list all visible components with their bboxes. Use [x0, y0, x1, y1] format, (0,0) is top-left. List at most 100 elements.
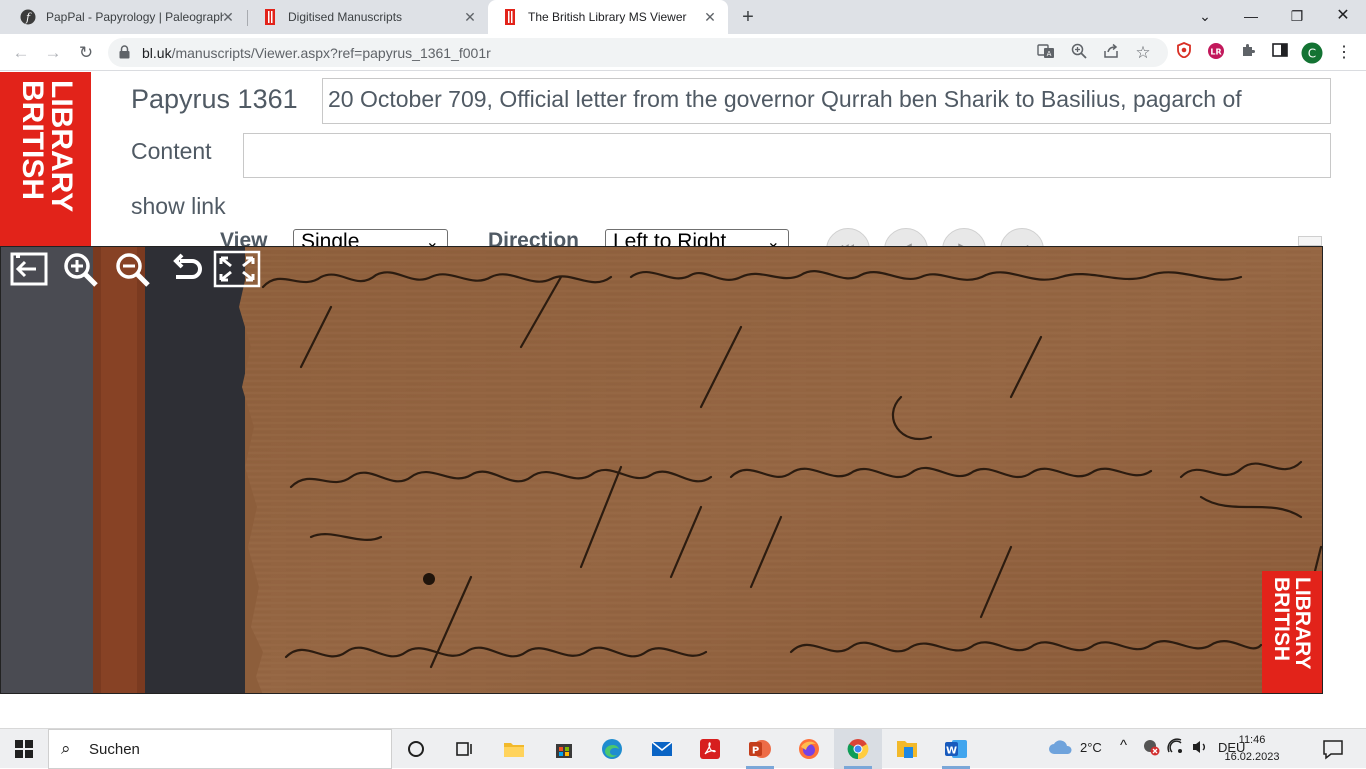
- svg-text:A: A: [1047, 50, 1052, 58]
- tab-ms-viewer[interactable]: The British Library MS Viewer ✕: [488, 0, 728, 34]
- extension-language-reactor-icon[interactable]: LR: [1205, 42, 1227, 64]
- svg-text:P: P: [752, 746, 759, 757]
- url-text[interactable]: bl.uk/manuscripts/Viewer.aspx?ref=papyru…: [142, 45, 491, 61]
- weather-temperature[interactable]: 2°C: [1080, 740, 1102, 755]
- content-field[interactable]: [243, 133, 1331, 178]
- url-host: bl.uk: [142, 45, 172, 61]
- viewer-toolbar: [3, 249, 263, 289]
- acrobat-icon[interactable]: [686, 729, 734, 769]
- papyrus-image[interactable]: [1, 247, 1323, 694]
- tab-title: PapPal - Papyrology | Paleograph: [46, 10, 224, 24]
- start-button[interactable]: [0, 729, 48, 769]
- previous-page-button[interactable]: ◀: [884, 228, 928, 247]
- forward-button[interactable]: →: [40, 40, 66, 66]
- file-explorer-pin-icon[interactable]: [883, 729, 931, 769]
- viewer-controls: View Single ⌄ Direction Left to Right ⌄ …: [0, 227, 1366, 247]
- network-icon[interactable]: [1167, 738, 1185, 759]
- address-bar[interactable]: bl.uk/manuscripts/Viewer.aspx?ref=papyru…: [108, 38, 1168, 67]
- mail-icon[interactable]: [638, 729, 686, 769]
- translate-icon[interactable]: A: [1036, 43, 1056, 63]
- back-button[interactable]: ←: [8, 40, 34, 66]
- logo-text: LIBRARY BRITISH: [16, 80, 78, 240]
- close-tab-icon[interactable]: ✕: [462, 9, 478, 25]
- exit-icon[interactable]: [3, 249, 55, 289]
- content-label: Content: [131, 138, 212, 164]
- tab-title: Digitised Manuscripts: [288, 10, 403, 24]
- direction-select[interactable]: Left to Right ⌄: [605, 229, 789, 247]
- logo-line-british: BRITISH: [16, 80, 49, 200]
- system-clock[interactable]: 11:46 16.02.2023: [1222, 732, 1282, 766]
- tab-search-chevron-icon[interactable]: ⌄: [1192, 4, 1218, 28]
- minimize-button[interactable]: —: [1238, 4, 1264, 28]
- extension-shield-icon[interactable]: [1173, 42, 1195, 64]
- panel-toggle-button[interactable]: [1298, 236, 1322, 246]
- badge-line-british: BRITISH: [1270, 577, 1293, 661]
- badge-text: LIBRARY BRITISH: [1270, 577, 1314, 689]
- url-path: /manuscripts/Viewer.aspx?ref=papyrus_136…: [171, 45, 491, 61]
- chrome-menu-icon[interactable]: ⋮: [1333, 42, 1355, 64]
- chevron-down-icon: ⌄: [766, 234, 780, 247]
- tab-digitised-manuscripts[interactable]: Digitised Manuscripts ✕: [248, 0, 488, 34]
- profile-avatar[interactable]: C: [1301, 42, 1323, 64]
- clock-date: 16.02.2023: [1224, 751, 1280, 763]
- page-content: LIBRARY BRITISH Papyrus 1361 20 October …: [0, 72, 1366, 728]
- zoom-out-icon[interactable]: [107, 249, 159, 289]
- antivirus-icon[interactable]: [1142, 738, 1160, 759]
- view-select[interactable]: Single ⌄: [293, 229, 448, 247]
- logo-line-library: LIBRARY: [45, 80, 78, 213]
- cortana-icon[interactable]: [392, 729, 440, 769]
- show-link[interactable]: show link: [131, 193, 226, 220]
- close-tab-icon[interactable]: ✕: [220, 9, 236, 25]
- manuscript-image-viewer[interactable]: LIBRARY BRITISH: [0, 246, 1323, 694]
- show-hidden-icons-icon[interactable]: ^: [1120, 737, 1127, 754]
- clock-time: 11:46: [1238, 734, 1266, 746]
- share-icon[interactable]: [1101, 43, 1121, 63]
- tab-pappal[interactable]: f PapPal - Papyrology | Paleograph ✕: [6, 0, 246, 34]
- bookmark-star-icon[interactable]: ☆: [1133, 43, 1153, 63]
- first-page-button[interactable]: ⏮: [826, 228, 870, 247]
- powerpoint-icon[interactable]: P: [736, 729, 784, 769]
- edge-icon[interactable]: [588, 729, 636, 769]
- rotate-icon[interactable]: [159, 249, 211, 289]
- windows-taskbar: ⌕ Suchen P W 2°C ^ DEU 11:46 16.02.2023: [0, 728, 1366, 769]
- new-tab-button[interactable]: +: [737, 6, 759, 28]
- lock-icon[interactable]: [119, 45, 130, 59]
- close-window-button[interactable]: ✕: [1330, 4, 1356, 28]
- last-page-button[interactable]: ⏭: [1000, 228, 1044, 247]
- word-icon[interactable]: W: [932, 729, 980, 769]
- manuscript-description-field[interactable]: 20 October 709, Official letter from the…: [322, 78, 1331, 124]
- task-view-icon[interactable]: [440, 729, 488, 769]
- british-library-icon: [262, 9, 278, 25]
- direction-label: Direction: [488, 229, 580, 247]
- taskbar-search[interactable]: ⌕ Suchen: [48, 729, 392, 769]
- browser-toolbar: ← → ↻ bl.uk/manuscripts/Viewer.aspx?ref=…: [0, 34, 1366, 71]
- fullscreen-icon[interactable]: [211, 249, 263, 289]
- british-library-logo[interactable]: LIBRARY BRITISH: [0, 72, 91, 247]
- notification-icon[interactable]: [1322, 738, 1344, 760]
- close-tab-icon[interactable]: ✕: [702, 9, 718, 25]
- file-explorer-icon[interactable]: [490, 729, 538, 769]
- direction-select-value: Left to Right: [613, 230, 727, 247]
- zoom-in-icon[interactable]: [55, 249, 107, 289]
- manuscript-title: Papyrus 1361: [131, 84, 298, 114]
- zoom-icon[interactable]: [1069, 43, 1089, 63]
- restore-button[interactable]: ❐: [1284, 4, 1310, 28]
- windows-logo-icon: [15, 740, 33, 758]
- next-page-button[interactable]: ▶: [942, 228, 986, 247]
- firefox-icon[interactable]: [785, 729, 833, 769]
- browser-tab-strip: f PapPal - Papyrology | Paleograph ✕ Dig…: [0, 0, 1366, 34]
- view-label: View: [220, 229, 268, 247]
- extensions-puzzle-icon[interactable]: [1237, 42, 1259, 64]
- badge-line-library: LIBRARY: [1291, 577, 1314, 670]
- microsoft-store-icon[interactable]: [540, 729, 588, 769]
- reload-button[interactable]: ↻: [73, 40, 99, 66]
- svg-text:W: W: [946, 746, 957, 757]
- search-placeholder: Suchen: [89, 741, 140, 758]
- weather-cloud-icon[interactable]: [1048, 738, 1074, 759]
- chrome-icon[interactable]: [834, 729, 882, 769]
- pappal-icon: f: [20, 9, 36, 25]
- extension-initial: LR: [1210, 48, 1221, 57]
- tab-title: The British Library MS Viewer: [528, 10, 687, 24]
- side-panel-icon[interactable]: [1269, 42, 1291, 64]
- volume-icon[interactable]: [1191, 739, 1209, 758]
